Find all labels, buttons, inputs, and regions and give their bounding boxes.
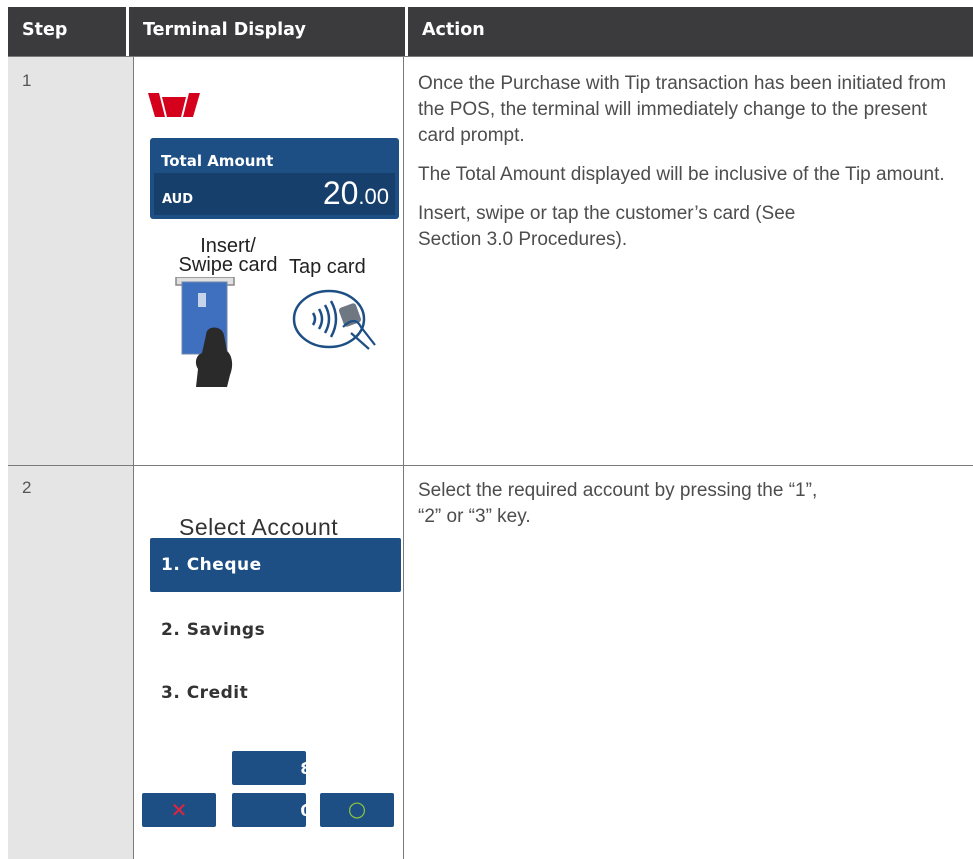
chevron-up-icon: ^	[299, 759, 313, 778]
amount-value-bar: AUD 20.00	[154, 173, 395, 215]
contactless-tap-icon	[291, 287, 383, 356]
account-option-label: 3. Credit	[161, 683, 249, 703]
row-divider	[8, 56, 973, 57]
step-number: 2	[22, 478, 32, 497]
insert-card-icon	[172, 276, 247, 392]
action-text-step1: Once the Purchase with Tip transaction h…	[418, 71, 958, 266]
account-option-savings[interactable]: 2. Savings	[150, 603, 401, 657]
account-option-label: 2. Savings	[161, 620, 266, 640]
account-option-cheque[interactable]: 1. Cheque	[150, 538, 401, 592]
action-paragraph: Select the required account by pressing …	[418, 480, 818, 527]
amount-cents: .00	[358, 184, 389, 209]
insert-label-line2: Swipe card	[178, 254, 278, 276]
step-number: 1	[22, 71, 32, 90]
select-account-title: Select Account	[179, 514, 339, 540]
row-divider	[8, 465, 973, 466]
header-display-label: Terminal Display	[143, 20, 306, 40]
header-step: Step	[8, 7, 126, 56]
total-amount-display: Total Amount AUD 20.00	[150, 138, 399, 219]
currency-code: AUD	[162, 192, 194, 207]
total-amount-label: Total Amount	[161, 152, 274, 170]
cancel-key[interactable]: ✕	[142, 793, 216, 827]
header-action-label: Action	[422, 20, 485, 40]
action-paragraph: Insert, swipe or tap the customer’s card…	[418, 203, 796, 250]
ok-circle-icon: ○	[347, 797, 367, 821]
column-divider	[133, 56, 134, 859]
key-0-up[interactable]: 0 ^	[232, 793, 313, 827]
ok-key[interactable]: ○	[320, 793, 394, 827]
header-terminal-display: Terminal Display	[129, 7, 405, 56]
account-option-credit[interactable]: 3. Credit	[150, 666, 401, 720]
insert-swipe-label: Insert/ Swipe card	[173, 236, 283, 276]
amount-main: 20	[322, 175, 359, 211]
westpac-logo	[148, 93, 200, 122]
procedure-table: Step Terminal Display Action 1 Total Amo…	[8, 7, 973, 859]
action-paragraph: The Total Amount displayed will be inclu…	[418, 164, 945, 185]
header-action: Action	[408, 7, 973, 56]
key-8-up[interactable]: 8 ^	[232, 751, 313, 785]
account-option-label: 1. Cheque	[161, 555, 262, 575]
action-text-step2: Select the required account by pressing …	[418, 478, 818, 543]
action-paragraph: Once the Purchase with Tip transaction h…	[418, 73, 947, 146]
tap-card-label: Tap card	[289, 256, 366, 278]
step-column	[8, 56, 133, 859]
cancel-x-icon: ✕	[170, 798, 188, 822]
header-step-label: Step	[22, 20, 68, 40]
column-divider	[403, 56, 404, 859]
amount-value: 20.00	[323, 175, 389, 212]
